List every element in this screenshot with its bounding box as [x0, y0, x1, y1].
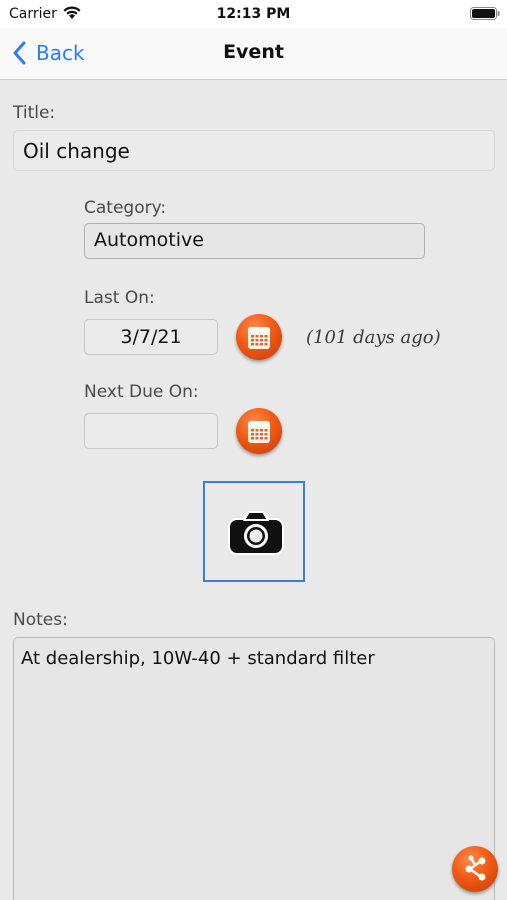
clock: 12:13 PM — [216, 6, 291, 22]
category-label: Category: — [84, 198, 167, 218]
next-due-label: Next Due On: — [84, 382, 199, 402]
last-on-label: Last On: — [84, 288, 155, 308]
next-due-date-field[interactable] — [84, 413, 218, 449]
days-ago-text: (101 days ago) — [306, 327, 441, 348]
calendar-icon — [248, 421, 270, 443]
title-label: Title: — [13, 103, 56, 123]
next-due-calendar-button[interactable] — [236, 408, 282, 454]
last-on-date-field[interactable]: 3/7/21 — [84, 319, 218, 355]
share-button[interactable] — [452, 846, 498, 892]
camera-icon — [228, 511, 284, 555]
chevron-left-icon — [13, 41, 26, 65]
category-field[interactable]: Automotive — [84, 223, 425, 259]
add-photo-button[interactable] — [203, 481, 305, 582]
navigation-bar: Back Event — [0, 28, 507, 80]
status-bar: Carrier 12:13 PM — [0, 0, 507, 28]
notes-label: Notes: — [13, 610, 68, 630]
calendar-icon — [248, 327, 270, 349]
title-field[interactable]: Oil change — [13, 130, 495, 171]
last-on-calendar-button[interactable] — [236, 314, 282, 360]
share-icon — [465, 855, 486, 881]
battery-icon — [470, 7, 500, 20]
notes-textarea[interactable]: At dealership, 10W-40 + standard filter — [13, 637, 495, 900]
back-button[interactable]: Back — [12, 38, 85, 68]
back-label: Back — [36, 41, 85, 65]
